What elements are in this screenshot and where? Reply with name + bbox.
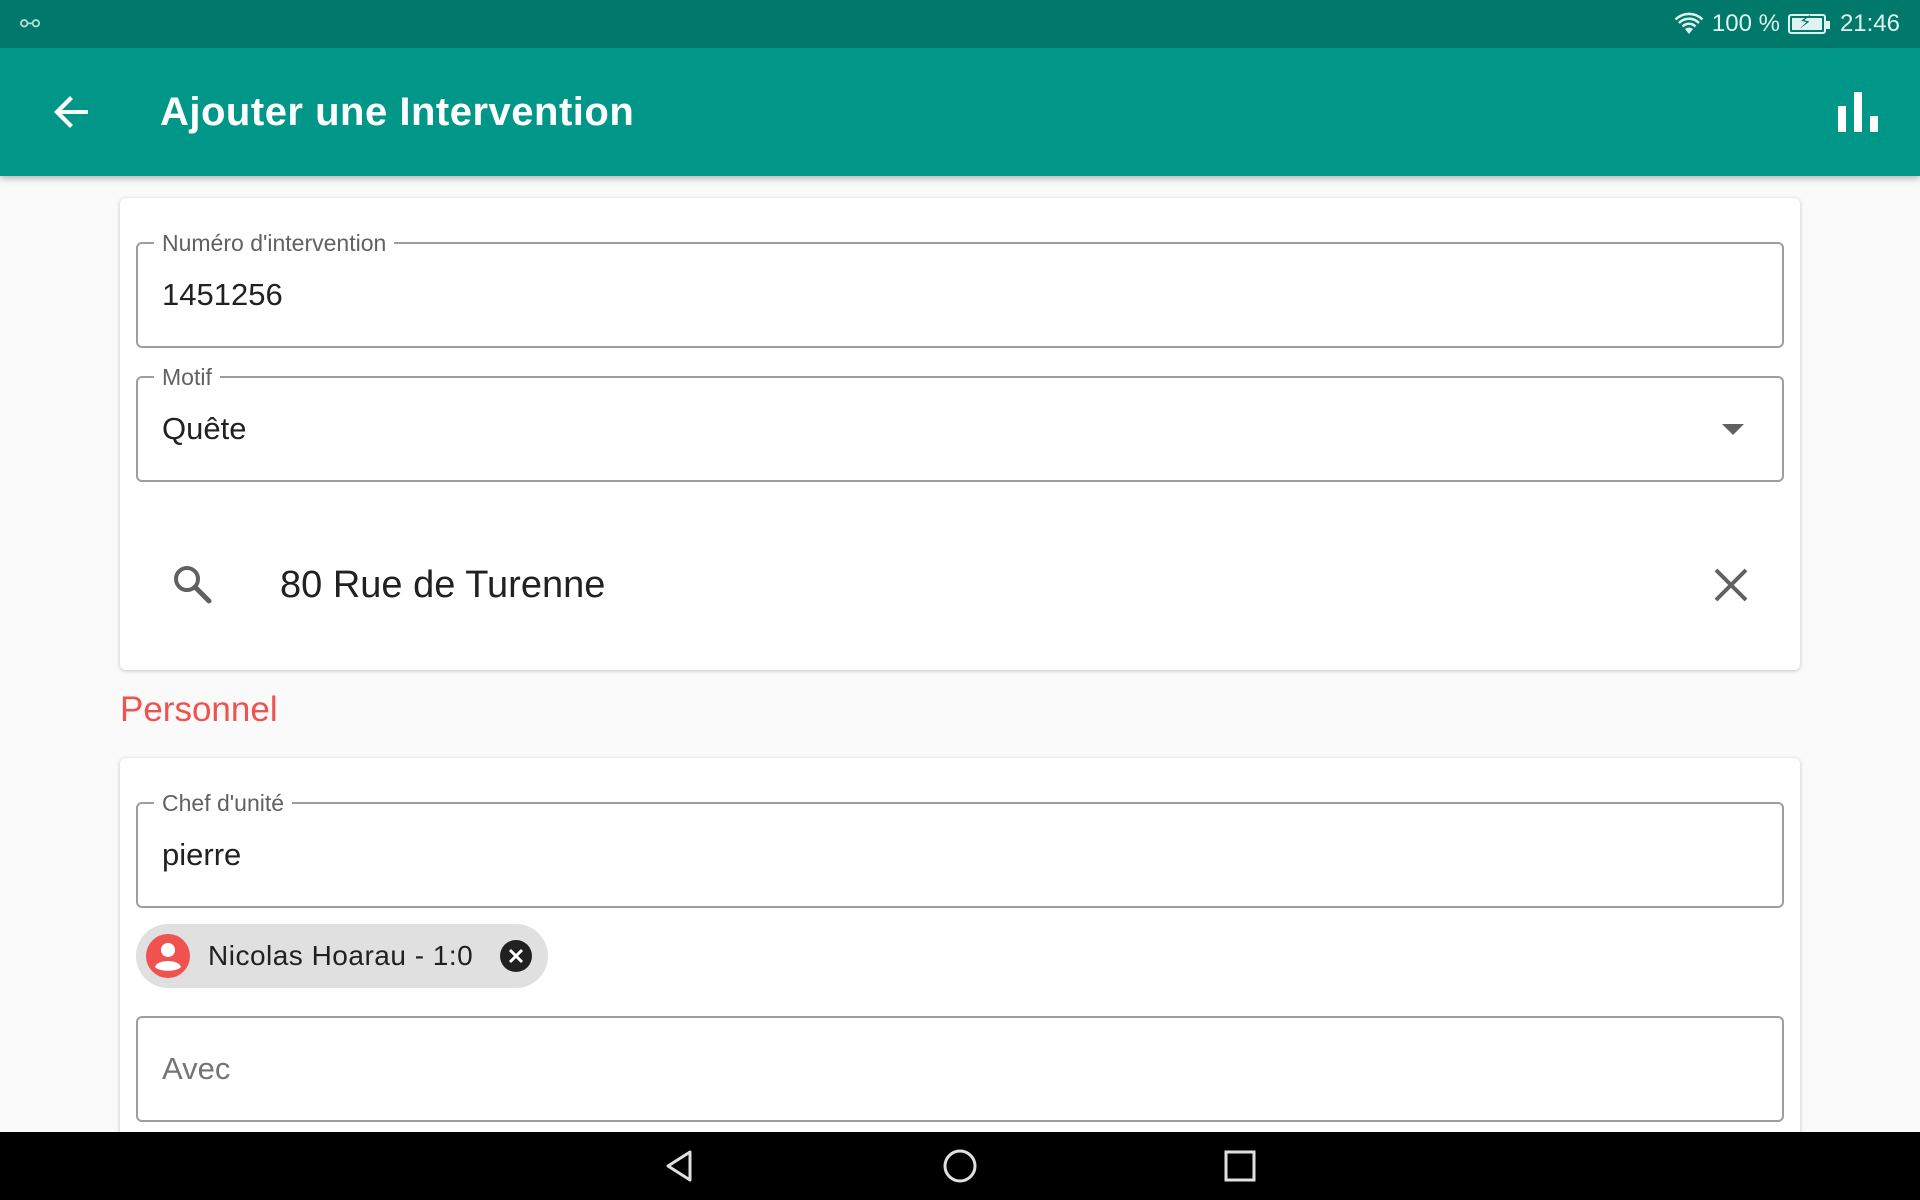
- wifi-icon: [1674, 12, 1704, 34]
- bar-chart-icon[interactable]: [1836, 90, 1880, 134]
- personnel-chip-label: Nicolas Hoarau - 1:0: [208, 940, 474, 971]
- usb-icon: ⚯: [20, 11, 41, 38]
- nav-home-icon[interactable]: [942, 1148, 978, 1184]
- intervention-card: Numéro d'intervention 1451256 Motif Quêt…: [120, 198, 1800, 670]
- clock: 21:46: [1839, 10, 1900, 37]
- status-bar: ⚯ 100 % ⚡ 21:46: [0, 0, 1920, 48]
- account-circle-icon: [146, 934, 190, 978]
- avec-field[interactable]: Avec: [136, 1016, 1784, 1122]
- close-icon[interactable]: [1712, 566, 1750, 604]
- navigation-bar: [0, 1132, 1920, 1200]
- intervention-number-field[interactable]: Numéro d'intervention 1451256: [136, 230, 1784, 348]
- status-bar-right: 100 % ⚡ 21:46: [1674, 0, 1900, 48]
- battery-charging-icon: ⚡: [1787, 12, 1830, 34]
- chef-unite-value: pierre: [162, 837, 242, 872]
- arrow-back-icon[interactable]: [48, 88, 96, 136]
- chef-unite-field[interactable]: Chef d'unité pierre: [136, 790, 1784, 908]
- nav-recents-icon[interactable]: [1222, 1148, 1258, 1184]
- motif-select[interactable]: Motif Quête: [136, 364, 1784, 482]
- motif-value: Quête: [162, 411, 247, 446]
- personnel-section-title: Personnel: [120, 690, 278, 729]
- avec-placeholder: Avec: [162, 1051, 231, 1086]
- cancel-icon[interactable]: [500, 940, 532, 972]
- intervention-number-value: 1451256: [162, 277, 283, 312]
- arrow-drop-down-icon[interactable]: [1722, 424, 1744, 435]
- personnel-card: Chef d'unité pierre Nicolas Hoarau - 1:0…: [120, 758, 1800, 1178]
- address-search[interactable]: 80 Rue de Turenne: [120, 530, 1800, 640]
- address-search-input[interactable]: 80 Rue de Turenne: [280, 530, 605, 640]
- page-title: Ajouter une Intervention: [160, 90, 635, 134]
- battery-percent: 100 %: [1711, 10, 1780, 37]
- nav-back-icon[interactable]: [662, 1148, 698, 1184]
- app-bar: Ajouter une Intervention: [0, 48, 1920, 176]
- search-icon: [174, 566, 212, 604]
- personnel-chip[interactable]: Nicolas Hoarau - 1:0: [136, 924, 548, 988]
